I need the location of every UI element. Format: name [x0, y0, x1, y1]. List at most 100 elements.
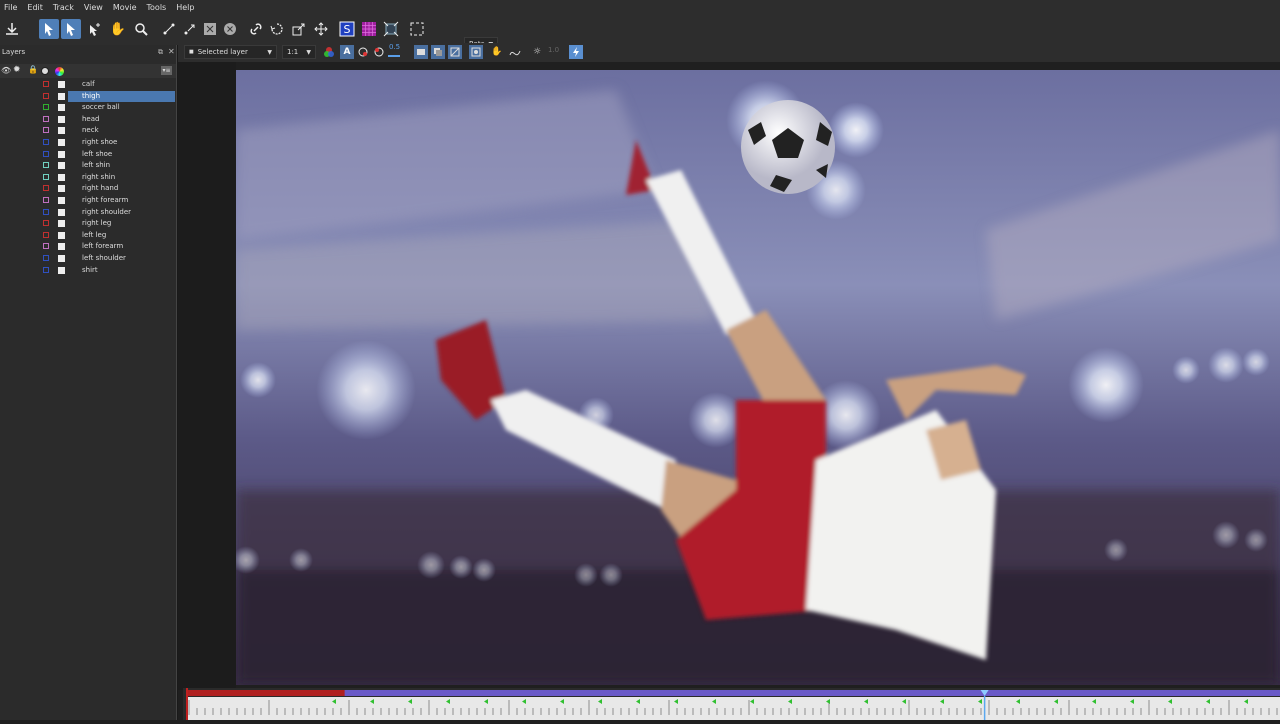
- layer-matte-toggle[interactable]: [58, 104, 65, 112]
- layer-row[interactable]: left leg: [0, 230, 177, 242]
- resize-icon[interactable]: [289, 19, 309, 39]
- layer-matte-toggle[interactable]: [58, 150, 65, 158]
- layer-color-swatch[interactable]: [43, 185, 49, 192]
- matte-toggle-icon[interactable]: [372, 45, 386, 59]
- brightness-icon[interactable]: ☼: [530, 45, 544, 59]
- menu-tools[interactable]: Tools: [147, 3, 167, 12]
- layer-color-swatch[interactable]: [43, 173, 49, 180]
- layer-color-swatch[interactable]: [43, 92, 49, 99]
- layer-color-swatch[interactable]: [43, 150, 49, 157]
- spline-icon[interactable]: [508, 45, 522, 59]
- layer-color-swatch[interactable]: [43, 127, 49, 134]
- visibility-icon[interactable]: 👁: [1, 66, 11, 75]
- menu-track[interactable]: Track: [53, 3, 74, 12]
- gear-icon[interactable]: ✹: [13, 65, 21, 75]
- opacity-value[interactable]: 0.5: [389, 43, 400, 51]
- bounding-box-icon[interactable]: [407, 19, 427, 39]
- layer-matte-toggle[interactable]: [58, 81, 65, 88]
- exposure-value[interactable]: 1.0: [548, 46, 559, 54]
- layer-row[interactable]: left shoe: [0, 149, 177, 161]
- zoom-tool-icon[interactable]: [131, 19, 151, 39]
- layer-row[interactable]: soccer ball: [0, 102, 177, 114]
- layer-color-swatch[interactable]: [43, 81, 49, 87]
- layer-row[interactable]: right shoulder: [0, 207, 177, 219]
- layer-color-swatch[interactable]: [43, 115, 49, 122]
- menu-file[interactable]: File: [4, 3, 17, 12]
- layer-color-swatch[interactable]: [43, 104, 49, 111]
- layer-matte-toggle[interactable]: [58, 255, 65, 262]
- layer-matte-toggle[interactable]: [58, 173, 65, 181]
- menu-edit[interactable]: Edit: [27, 3, 43, 12]
- timeline-track[interactable]: [183, 688, 1280, 720]
- select-layer-tool-icon[interactable]: [61, 19, 81, 39]
- layer-color-swatch[interactable]: [43, 220, 49, 227]
- video-viewer[interactable]: [236, 70, 1280, 685]
- grid-icon[interactable]: [359, 19, 379, 39]
- layer-matte-toggle[interactable]: [58, 92, 65, 100]
- clear-icon[interactable]: [220, 19, 240, 39]
- timeline-in-marker[interactable]: [186, 688, 188, 720]
- layer-row[interactable]: right shoe: [0, 137, 177, 149]
- timeline[interactable]: [183, 688, 1280, 720]
- layer-row[interactable]: head: [0, 114, 177, 126]
- layer-matte-toggle[interactable]: [58, 139, 65, 146]
- layer-row[interactable]: thigh: [0, 90, 177, 103]
- layer-matte-toggle[interactable]: [58, 185, 65, 193]
- select-tool-icon[interactable]: [39, 19, 59, 39]
- view-mode-1-icon[interactable]: [414, 45, 428, 59]
- lightning-icon[interactable]: [569, 45, 583, 59]
- layer-row[interactable]: right forearm: [0, 195, 177, 207]
- layer-row[interactable]: right shin: [0, 172, 177, 184]
- menu-help[interactable]: Help: [176, 3, 194, 12]
- menu-movie[interactable]: Movie: [113, 3, 137, 12]
- layer-color-swatch[interactable]: [43, 231, 49, 238]
- layer-row[interactable]: left forearm: [0, 241, 177, 253]
- layer-matte-toggle[interactable]: [58, 162, 65, 170]
- layer-color-swatch[interactable]: [43, 266, 49, 273]
- layer-row[interactable]: left shoulder: [0, 253, 177, 265]
- opacity-slider[interactable]: [388, 55, 400, 57]
- layer-color-swatch[interactable]: [43, 139, 49, 145]
- lock-icon[interactable]: 🔒: [28, 65, 38, 74]
- overlay-toggle-icon[interactable]: [356, 45, 370, 59]
- layer-row[interactable]: left shin: [0, 160, 177, 172]
- alpha-channel-icon[interactable]: A: [340, 45, 354, 59]
- layer-row[interactable]: shirt: [0, 265, 177, 277]
- panel-menu-icon[interactable]: ▾≡: [161, 66, 172, 75]
- layer-matte-toggle[interactable]: [58, 115, 65, 123]
- scale-icon[interactable]: [200, 19, 220, 39]
- layer-color-swatch[interactable]: [43, 243, 49, 250]
- layer-color-swatch[interactable]: [43, 162, 49, 169]
- layer-color-swatch[interactable]: [43, 197, 49, 203]
- surface-s-icon[interactable]: S: [337, 19, 357, 39]
- link-track-icon[interactable]: [159, 19, 179, 39]
- color-wheel-icon[interactable]: [55, 67, 64, 76]
- layer-scope-dropdown[interactable]: ■ Selected layer ▼: [184, 45, 277, 59]
- rgb-channels-icon[interactable]: [322, 45, 336, 59]
- close-icon[interactable]: ✕: [168, 47, 175, 56]
- view-mode-3-icon[interactable]: [448, 45, 462, 59]
- transform-track-icon[interactable]: [180, 19, 200, 39]
- layer-matte-toggle[interactable]: [58, 197, 65, 204]
- layer-row[interactable]: calf: [0, 79, 177, 91]
- layer-matte-toggle[interactable]: [58, 220, 65, 228]
- layer-row[interactable]: neck: [0, 125, 177, 137]
- rotate-icon[interactable]: [267, 19, 287, 39]
- menu-view[interactable]: View: [84, 3, 103, 12]
- layer-matte-toggle[interactable]: [58, 243, 65, 251]
- float-panel-icon[interactable]: ⧉: [158, 48, 163, 57]
- zoom-dropdown[interactable]: 1:1 ▼: [282, 45, 316, 59]
- pan-icon[interactable]: ✋: [490, 45, 504, 59]
- matte-column-icon[interactable]: [41, 67, 49, 75]
- chain-link-icon[interactable]: [246, 19, 266, 39]
- layer-matte-toggle[interactable]: [58, 231, 65, 239]
- move-icon[interactable]: [311, 19, 331, 39]
- layer-matte-toggle[interactable]: [58, 266, 65, 274]
- layer-matte-toggle[interactable]: [58, 208, 65, 216]
- layer-color-swatch[interactable]: [43, 255, 49, 261]
- corner-pin-icon[interactable]: [381, 19, 401, 39]
- layer-matte-toggle[interactable]: [58, 127, 65, 135]
- add-point-tool-icon[interactable]: [84, 19, 104, 39]
- view-mode-2-icon[interactable]: [431, 45, 445, 59]
- snapshot-icon[interactable]: [469, 45, 483, 59]
